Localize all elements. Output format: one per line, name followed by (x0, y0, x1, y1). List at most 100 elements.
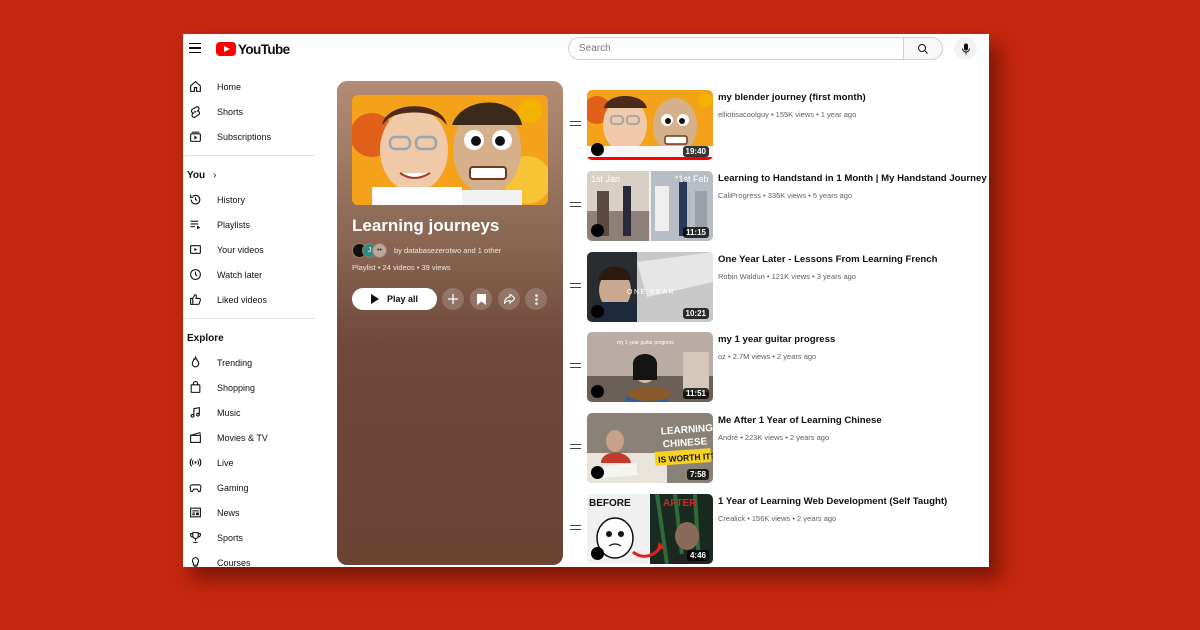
watch-progress-bar (587, 157, 713, 160)
save-playlist-button[interactable] (470, 288, 492, 310)
history-icon (188, 193, 202, 207)
playlist-thumbnail[interactable] (352, 95, 548, 205)
video-title[interactable]: 1 Year of Learning Web Development (Self… (718, 496, 947, 507)
video-meta: André • 223K views • 2 years ago (718, 433, 830, 442)
search-bar (568, 37, 943, 60)
list-item[interactable]: BEFORE AFTER 4:46 1 Year of Learning Web… (568, 494, 983, 566)
sidebar-item-liked-videos[interactable]: Liked videos (183, 287, 323, 312)
drag-handle-icon[interactable] (570, 283, 581, 290)
sidebar-item-live[interactable]: Live (183, 450, 323, 475)
sidebar-divider (183, 155, 315, 156)
youtube-window: YouTube Home Shorts Subscriptions You (183, 34, 989, 567)
video-thumbnail[interactable]: 19:40 (587, 90, 713, 160)
youtube-logo[interactable]: YouTube (216, 41, 290, 57)
video-title[interactable]: my blender journey (first month) (718, 92, 866, 103)
gaming-icon (188, 481, 202, 495)
section-heading: Explore (187, 332, 224, 344)
more-vertical-icon (534, 293, 538, 305)
sidebar-item-label: History (217, 194, 246, 205)
voice-search-button[interactable] (954, 37, 977, 60)
video-thumbnail[interactable]: LEARNING CHINESE IS WORTH IT? 7:58 (587, 413, 713, 483)
video-thumbnail[interactable]: my 1 year guitar progress 11:51 (587, 332, 713, 402)
trending-icon (188, 356, 202, 370)
sidebar-item-subscriptions[interactable]: Subscriptions (183, 124, 323, 149)
sidebar-item-shopping[interactable]: Shopping (183, 375, 323, 400)
section-heading: You (187, 169, 206, 181)
play-all-button[interactable]: Play all (352, 288, 437, 310)
drag-handle-icon[interactable] (570, 202, 581, 209)
sidebar-item-music[interactable]: Music (183, 400, 323, 425)
sidebar-item-label: Home (217, 81, 242, 92)
add-to-playlist-button[interactable] (442, 288, 464, 310)
bookmark-icon (476, 293, 486, 305)
your-videos-icon (188, 243, 202, 257)
duration-badge: 19:40 (682, 146, 709, 157)
playlist-meta: Playlist • 24 videos • 39 views (352, 263, 451, 272)
sidebar-item-sports[interactable]: Sports (183, 525, 323, 550)
music-icon (188, 406, 202, 420)
owners-text: by databasezerotwo and 1 other (394, 246, 502, 255)
sidebar-item-your-videos[interactable]: Your videos (183, 237, 323, 262)
video-meta: Robin Waldun • 121K views • 3 years ago (718, 272, 856, 281)
drag-handle-icon[interactable] (570, 363, 581, 370)
sports-icon (188, 531, 202, 545)
drag-handle-icon[interactable] (570, 525, 581, 532)
video-title[interactable]: my 1 year guitar progress (718, 334, 835, 345)
sidebar-item-playlists[interactable]: Playlists (183, 212, 323, 237)
video-thumbnail[interactable]: 1st Jan *1st Feb 11:15 (587, 171, 713, 241)
microphone-icon (961, 43, 970, 54)
avatar (591, 305, 604, 318)
sidebar-item-gaming[interactable]: Gaming (183, 475, 323, 500)
video-meta: Crealick • 156K views • 2 years ago (718, 514, 837, 523)
sidebar-item-news[interactable]: News (183, 500, 323, 525)
shorts-icon (188, 105, 202, 119)
search-button[interactable] (903, 37, 943, 60)
more-options-button[interactable] (525, 288, 547, 310)
search-icon (918, 43, 928, 54)
sidebar-item-watch-later[interactable]: Watch later (183, 262, 323, 287)
video-thumbnail[interactable]: ONE YEAR 10:21 (587, 252, 713, 322)
list-item[interactable]: 19:40 my blender journey (first month) e… (568, 90, 983, 162)
thumbnail-text: *1st Feb (675, 174, 709, 184)
video-title[interactable]: One Year Later - Lessons From Learning F… (718, 254, 937, 265)
play-icon (370, 294, 379, 304)
sidebar-item-shorts[interactable]: Shorts (183, 99, 323, 124)
top-bar: YouTube (183, 34, 989, 64)
sidebar-item-movies-tv[interactable]: Movies & TV (183, 425, 323, 450)
playlist-title: Learning journeys (352, 216, 500, 235)
sidebar-item-label: Courses (217, 557, 251, 568)
sidebar-item-label: Sports (217, 532, 244, 543)
sidebar-item-courses[interactable]: Courses (183, 550, 323, 567)
video-meta: oz • 2.7M views • 2 years ago (718, 352, 817, 361)
drag-handle-icon[interactable] (570, 121, 581, 128)
thumbnail-text: my 1 year guitar progress (617, 340, 674, 346)
avatar (591, 547, 604, 560)
share-button[interactable] (498, 288, 520, 310)
list-item[interactable]: my 1 year guitar progress 11:51 my 1 yea… (568, 332, 983, 404)
courses-icon (188, 556, 202, 567)
playlist-owners[interactable]: J •• by databasezerotwo and 1 other (352, 243, 501, 258)
play-all-label: Play all (386, 294, 419, 304)
sidebar-section-you[interactable]: You › (183, 163, 323, 187)
video-thumbnail[interactable]: BEFORE AFTER 4:46 (587, 494, 713, 564)
video-title[interactable]: Learning to Handstand in 1 Month | My Ha… (718, 173, 987, 184)
list-item[interactable]: ONE YEAR 10:21 One Year Later - Lessons … (568, 252, 983, 324)
sidebar-item-label: Shopping (217, 382, 256, 393)
sidebar-item-history[interactable]: History (183, 187, 323, 212)
plus-icon (448, 294, 458, 304)
sidebar-item-home[interactable]: Home (183, 74, 323, 99)
list-item[interactable]: LEARNING CHINESE IS WORTH IT? 7:58 Me Af… (568, 413, 983, 485)
news-icon (188, 506, 202, 520)
search-input[interactable] (568, 37, 903, 60)
chevron-right-icon: › (213, 169, 217, 181)
drag-handle-icon[interactable] (570, 444, 581, 451)
youtube-play-icon (216, 42, 236, 56)
video-meta: elliotisacoolguy • 155K views • 1 year a… (718, 110, 857, 119)
list-item[interactable]: 1st Jan *1st Feb 11:15 Learning to Hands… (568, 171, 987, 243)
video-title[interactable]: Me After 1 Year of Learning Chinese (718, 415, 882, 426)
menu-icon[interactable] (189, 43, 201, 54)
thumbnail-text: BEFORE (589, 498, 631, 509)
sidebar-item-trending[interactable]: Trending (183, 350, 323, 375)
duration-badge: 11:15 (682, 227, 709, 238)
duration-badge: 10:21 (682, 308, 709, 319)
